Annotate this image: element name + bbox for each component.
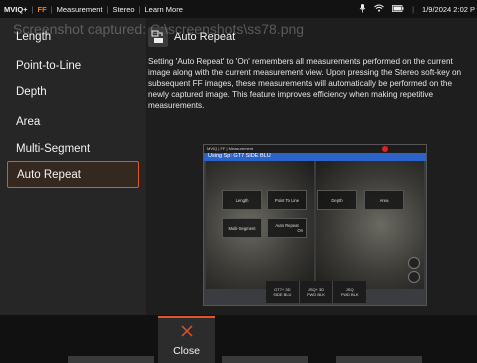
example-info-bar: Using Sp: GT7 SIDE BLU — [204, 153, 426, 161]
example-length-button: Length — [222, 190, 262, 210]
pause-icon — [408, 257, 420, 269]
example-status-bar: MVIQ | FF | Measurement — [204, 145, 426, 153]
back-arrow-icon — [408, 271, 420, 283]
example-softkey-line: SIDE BLU — [273, 292, 292, 297]
auto-repeat-icon — [148, 27, 168, 47]
example-status-text: MVIQ | FF | Measurement — [207, 146, 254, 151]
example-softkey: JSQ+ 3D FWD BLK — [300, 281, 334, 303]
sidebar-item-multi-segment[interactable]: Multi-Segment — [7, 135, 139, 162]
ff-mode-badge: FF — [37, 4, 47, 14]
date-time: 1/9/2024 2:02 P — [422, 4, 475, 14]
example-info-text: Using Sp: GT7 SIDE BLU — [208, 153, 271, 159]
sidebar-item-length[interactable]: Length — [7, 23, 139, 50]
record-indicator-icon — [382, 146, 388, 152]
sidebar-item-depth[interactable]: Depth — [7, 78, 139, 105]
sidebar-item-area[interactable]: Area — [7, 108, 139, 135]
help-header: Auto Repeat — [148, 27, 235, 47]
softkey-stub — [222, 356, 308, 363]
sidebar-item-label: Length — [16, 30, 52, 43]
close-icon — [180, 324, 194, 343]
close-button[interactable]: Close — [158, 316, 215, 363]
sidebar-item-label: Depth — [16, 85, 47, 98]
breadcrumb-learn-more: Learn More — [144, 4, 183, 14]
breadcrumb-measurement: Measurement — [56, 4, 103, 14]
example-multi-segment-label: Multi-Segment — [228, 225, 256, 231]
sidebar-item-label: Area — [16, 115, 41, 128]
sidebar-item-point-to-line[interactable]: Point-to-Line — [7, 52, 139, 79]
example-screenshot: MVIQ | FF | Measurement Using Sp: GT7 SI… — [203, 144, 427, 306]
example-area-button: Area — [364, 190, 404, 210]
example-multi-segment-button: Multi-Segment — [222, 218, 262, 238]
example-softkey: GT7+ 3D SIDE BLU — [266, 281, 300, 303]
close-label: Close — [173, 345, 200, 357]
help-title: Auto Repeat — [174, 31, 236, 43]
status-bar: MVIQ+ | FF | Measurement | Stereo | Lear… — [0, 0, 477, 18]
example-softkey-bar: GT7+ 3D SIDE BLU JSQ+ 3D FWD BLK JSQ FWD… — [266, 281, 366, 303]
sidebar-item-label: Auto Repeat — [17, 168, 81, 181]
example-depth-button: Depth — [317, 190, 357, 210]
example-auto-repeat-label: Auto Repeat — [275, 223, 299, 228]
example-point-to-line-button: Point To Line — [267, 190, 307, 210]
example-softkey-line: FWD BLK — [340, 292, 359, 297]
sidebar-item-label: Point-to-Line — [16, 59, 82, 72]
measurement-type-sidebar: Length Point-to-Line Depth Area Multi-Se… — [0, 18, 146, 315]
breadcrumb-stereo: Stereo — [112, 4, 135, 14]
example-softkey-line: FWD BLK — [307, 292, 325, 297]
status-icons: | 1/9/2024 2:02 P — [359, 0, 475, 18]
softkey-stub — [336, 356, 422, 363]
example-softkey: JSQ FWD BLK — [333, 281, 366, 303]
example-auto-repeat-state: On — [297, 228, 303, 233]
battery-icon — [392, 4, 404, 14]
example-area-label: Area — [379, 197, 389, 203]
softkey-stub — [68, 356, 154, 363]
microphone-icon — [359, 3, 366, 15]
example-point-to-line-label: Point To Line — [274, 197, 300, 203]
example-length-label: Length — [235, 197, 249, 203]
stereo-right-image — [316, 161, 424, 289]
example-auto-repeat-button: Auto Repeat On — [267, 218, 307, 238]
example-depth-label: Depth — [331, 197, 343, 203]
help-description: Setting 'Auto Repeat' to 'On' remembers … — [148, 57, 462, 111]
status-separator: | — [412, 4, 415, 14]
wifi-icon — [374, 4, 384, 14]
sidebar-item-auto-repeat[interactable]: Auto Repeat — [7, 161, 139, 188]
sidebar-item-label: Multi-Segment — [16, 142, 91, 155]
app-name: MVIQ+ — [4, 4, 28, 14]
